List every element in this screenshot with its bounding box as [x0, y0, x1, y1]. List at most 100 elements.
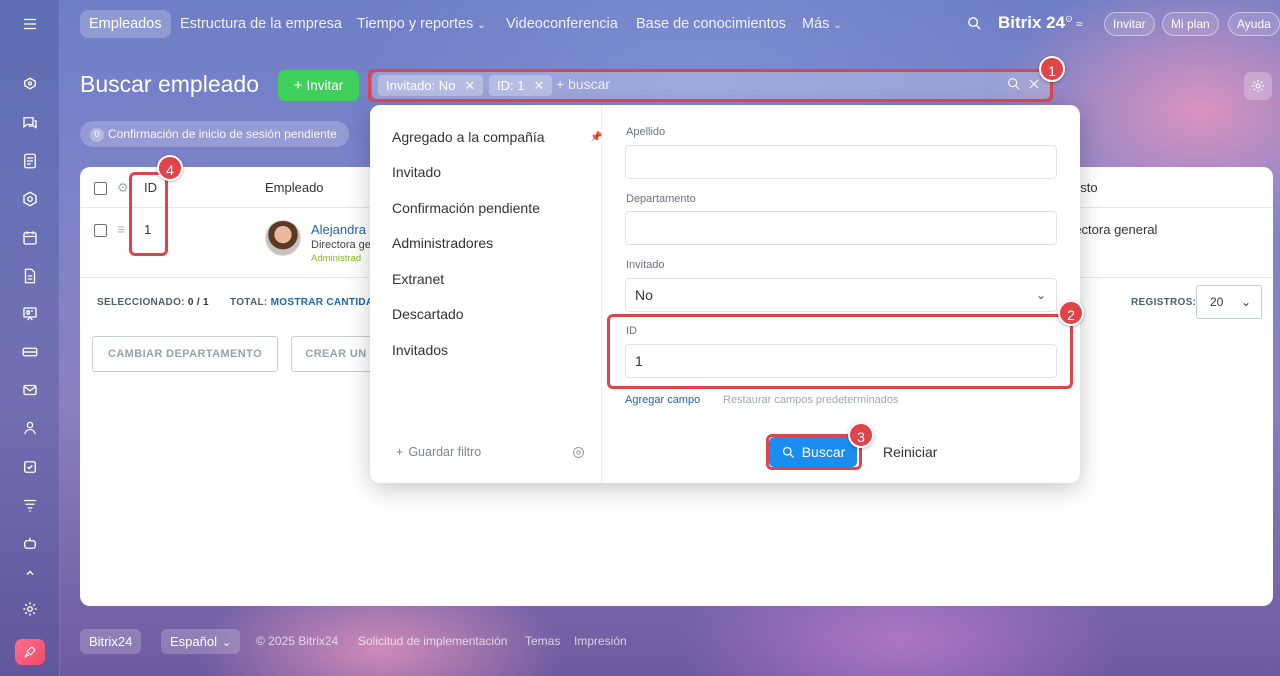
avatar	[265, 220, 301, 256]
invite-button-label: Invitar	[306, 78, 344, 93]
column-settings-icon[interactable]: ⚙	[117, 180, 129, 196]
callout-highlight-id-column	[129, 172, 168, 256]
employee-name-link[interactable]: Alejandra	[311, 222, 366, 237]
invitado-select[interactable]: No ⌄	[625, 278, 1057, 312]
select-all-checkbox[interactable]	[94, 182, 107, 195]
page-title: Buscar empleado	[80, 71, 259, 97]
preset-agregado[interactable]: Agregado a la compañía	[392, 129, 545, 145]
feed-icon[interactable]	[18, 73, 42, 97]
field-label-invitado: Invitado	[626, 259, 665, 271]
pin-icon[interactable]: 📌	[590, 132, 602, 143]
save-filter-button[interactable]: + Guardar filtro	[396, 445, 481, 459]
reset-button[interactable]: Reiniciar	[883, 444, 937, 460]
selected-count: SELECCIONADO: 0 / 1	[97, 297, 209, 308]
more-icon[interactable]	[18, 566, 42, 580]
nav-empleados[interactable]: Empleados	[80, 10, 171, 38]
brand-sup: ⊙	[1065, 13, 1073, 24]
footer-link-implementacion[interactable]: Solicitud de implementación	[358, 634, 507, 648]
employees-icon[interactable]	[18, 416, 42, 440]
column-header-empleado[interactable]: Empleado	[265, 180, 324, 195]
save-filter-label: Guardar filtro	[408, 445, 482, 459]
footer-link-temas[interactable]: Temas	[525, 634, 560, 648]
pending-count: 0	[90, 128, 104, 142]
apellido-field[interactable]	[625, 145, 1057, 179]
selected-value: 0 / 1	[187, 297, 209, 308]
chevron-down-icon: ⌄	[1035, 288, 1046, 302]
nav-videoconferencia[interactable]: Videoconferencia	[497, 10, 627, 38]
restore-fields-link[interactable]: Restaurar campos predeterminados	[723, 394, 898, 406]
language-select[interactable]: Español ⌄	[161, 629, 241, 654]
rocket-icon[interactable]	[15, 639, 45, 665]
row-checkbox[interactable]	[94, 224, 107, 237]
add-field-link[interactable]: Agregar campo	[625, 394, 700, 406]
hexagon-icon[interactable]	[18, 187, 42, 211]
total-label: TOTAL:	[230, 297, 268, 308]
file-icon[interactable]	[18, 264, 42, 288]
gear-icon[interactable]	[571, 445, 586, 460]
field-label-departamento: Departamento	[626, 193, 696, 205]
nav-estructura[interactable]: Estructura de la empresa	[171, 10, 351, 38]
employee-role: Administrad	[311, 253, 362, 264]
pending-confirmation-tag[interactable]: 0 Confirmación de inicio de sesión pendie…	[80, 121, 349, 147]
plus-icon: +	[293, 77, 303, 94]
board-icon[interactable]	[18, 302, 42, 326]
pending-label: Confirmación de inicio de sesión pendien…	[108, 127, 337, 141]
nav-mas[interactable]: Más ⌄	[793, 10, 851, 38]
brand-settings-icon[interactable]: ≈	[1076, 17, 1083, 31]
preset-invitados[interactable]: Invitados	[392, 342, 448, 358]
mail-icon[interactable]	[18, 378, 42, 402]
callout-badge-1: 1	[1039, 56, 1065, 82]
filter-popup: Agregado a la compañía 📌 Invitado Confir…	[370, 105, 1080, 483]
chevron-down-icon: ⌄	[833, 20, 842, 31]
change-department-button[interactable]: CAMBIAR DEPARTAMENTO	[92, 336, 278, 372]
preset-administradores[interactable]: Administradores	[392, 235, 493, 251]
brand-text: Bitrix 24	[998, 13, 1066, 32]
nav-tiempo-reportes[interactable]: Tiempo y reportes ⌄	[348, 10, 495, 38]
callout-highlight-search-button	[766, 434, 862, 470]
help-pill[interactable]: Ayuda	[1228, 12, 1280, 36]
brand-logo: Bitrix 24⊙	[998, 13, 1073, 33]
field-label-apellido: Apellido	[626, 126, 666, 138]
tasks-icon[interactable]	[18, 455, 42, 479]
nav-base-conocimientos[interactable]: Base de conocimientos	[627, 10, 795, 38]
my-plan-pill[interactable]: Mi plan	[1162, 12, 1219, 36]
drag-handle-icon[interactable]: ≡	[117, 221, 125, 237]
footer-brand[interactable]: Bitrix24	[80, 629, 142, 654]
preset-confirmacion[interactable]: Confirmación pendiente	[392, 200, 540, 216]
callout-badge-2: 2	[1058, 300, 1084, 326]
filter-presets-panel: Agregado a la compañía 📌 Invitado Confir…	[370, 105, 602, 483]
top-navigation: Empleados Estructura de la empresa Tiemp…	[60, 0, 1280, 48]
filter-stack-icon[interactable]	[18, 493, 42, 517]
chat-icon[interactable]	[18, 111, 42, 135]
chevron-down-icon: ⌄	[221, 637, 232, 649]
plus-icon: +	[396, 445, 404, 459]
records-label: REGISTROS:	[1131, 297, 1197, 308]
drive-icon[interactable]	[18, 340, 42, 364]
cell-puesto: rectora general	[1070, 222, 1158, 237]
invite-pill[interactable]: Invitar	[1104, 12, 1155, 36]
preset-extranet[interactable]: Extranet	[392, 271, 444, 287]
departamento-field[interactable]	[625, 211, 1057, 245]
callout-badge-3: 3	[848, 422, 874, 448]
nav-mas-label: Más	[802, 16, 830, 32]
callout-highlight-id-field	[607, 314, 1073, 389]
page-settings-icon[interactable]	[1244, 72, 1272, 100]
invite-button[interactable]: + Invitar	[278, 70, 359, 101]
selected-label: SELECCIONADO:	[97, 297, 185, 308]
nav-tiempo-label: Tiempo y reportes	[357, 16, 474, 32]
employee-position: Directora ge	[311, 239, 371, 251]
left-sidebar	[0, 0, 60, 676]
menu-icon[interactable]	[18, 12, 42, 36]
documents-icon[interactable]	[18, 149, 42, 173]
settings-icon[interactable]	[18, 597, 42, 621]
callout-highlight-searchbar	[368, 69, 1053, 102]
footer-link-impresion[interactable]: Impresión	[574, 634, 627, 648]
records-per-page-select[interactable]: 20 ⌄	[1196, 285, 1262, 319]
show-count-link[interactable]: MOSTRAR CANTIDA	[271, 297, 374, 308]
preset-invitado[interactable]: Invitado	[392, 164, 441, 180]
calendar-icon[interactable]	[18, 226, 42, 250]
create-button[interactable]: CREAR UN	[291, 336, 381, 372]
search-icon[interactable]	[966, 15, 983, 37]
robot-icon[interactable]	[18, 531, 42, 555]
preset-descartado[interactable]: Descartado	[392, 306, 464, 322]
